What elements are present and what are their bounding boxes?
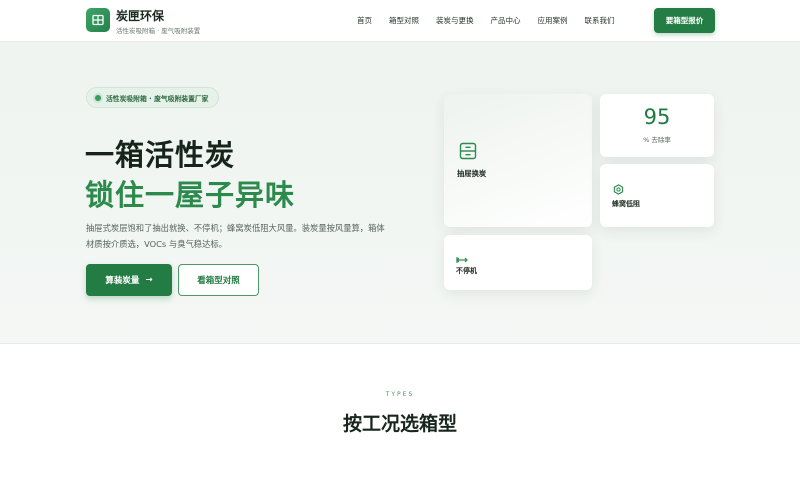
types-eyebrow: TYPES — [385, 391, 415, 398]
main-nav: 首页 箱型对照 装炭与更换 产品中心 应用案例 联系我们 — [357, 15, 632, 26]
brand-name[interactable]: 炭匣环保 — [116, 7, 164, 24]
nav-item-contact[interactable]: 联系我们 — [585, 15, 615, 26]
feature-label-honeycomb: 蜂窝低阻 — [612, 200, 640, 208]
arrow-right-icon: → — [145, 275, 153, 285]
hero-section: 活性炭吸附箱 · 废气吸附装置厂家 一箱活性炭 锁住一屋子异味 抽屉式炭层饱和了… — [0, 42, 800, 344]
brand-tagline: 活性炭吸附箱 · 废气吸附装置 — [116, 27, 201, 35]
nav-item-products[interactable]: 产品中心 — [491, 15, 521, 26]
hero-title-line1: 一箱活性炭 — [85, 138, 236, 172]
nav-item-carbon-replacement[interactable]: 装炭与更换 — [436, 15, 474, 26]
nav-item-box-comparison[interactable]: 箱型对照 — [389, 15, 419, 26]
hero-badge: 活性炭吸附箱 · 废气吸附装置厂家 — [86, 87, 220, 108]
feature-card-honeycomb: 蜂窝低阻 — [600, 164, 714, 227]
badge-dot-icon — [95, 94, 101, 101]
stat-card-removal-rate: 95 % 去除率 — [600, 94, 714, 157]
calculate-carbon-button[interactable]: 算装炭量 → — [86, 264, 172, 296]
types-section-title: 按工况选箱型 — [342, 413, 457, 435]
stat-label: % 去除率 — [643, 136, 671, 144]
feature-label-drawer: 抽屉换炭 — [457, 169, 487, 178]
feature-card-nonstop: 不停机 — [444, 235, 592, 290]
view-comparison-button[interactable]: 看箱型对照 — [178, 264, 259, 296]
calculate-carbon-label: 算装炭量 — [105, 276, 140, 286]
stat-value: 95 — [643, 105, 671, 129]
quote-button[interactable]: 要箱型报价 — [654, 8, 715, 33]
feature-label-nonstop: 不停机 — [456, 267, 477, 275]
nav-item-cases[interactable]: 应用案例 — [538, 15, 568, 26]
honeycomb-icon — [613, 180, 624, 199]
drawer-icon — [459, 142, 477, 164]
site-header: 炭匣环保 活性炭吸附箱 · 废气吸附装置 首页 箱型对照 装炭与更换 产品中心 … — [0, 0, 800, 42]
logo-icon[interactable] — [86, 8, 110, 32]
hero-badge-text: 活性炭吸附箱 · 废气吸附装置厂家 — [106, 94, 209, 103]
nav-item-home[interactable]: 首页 — [357, 15, 372, 26]
hero-title-line2: 锁住一屋子异味 — [85, 178, 296, 212]
feature-card-drawer: 抽屉换炭 — [444, 94, 592, 227]
hero-description: 抽屉式炭层饱和了抽出就换、不停机；蜂窝炭低阻大风量。装炭量按风量算，箱体材质按介… — [86, 223, 385, 249]
